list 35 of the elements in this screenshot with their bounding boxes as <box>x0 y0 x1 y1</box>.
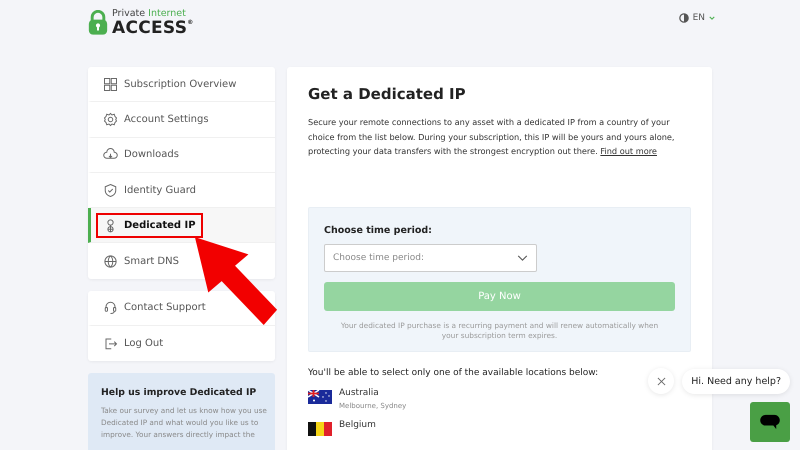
globe-icon <box>103 254 118 269</box>
shield-icon <box>103 182 118 198</box>
sidebar-item[interactable]: Downloads <box>88 138 275 173</box>
logout-icon <box>103 336 118 352</box>
flag-icon <box>308 390 332 404</box>
logo-subtitle-accent: Internet <box>148 8 186 19</box>
location-country: Australia <box>339 388 380 398</box>
chat-greeting: Hi. Need any help? <box>682 368 790 394</box>
chat-bubble-icon <box>759 414 781 430</box>
page-title: Get a Dedicated IP <box>308 85 467 103</box>
language-selector[interactable]: EN <box>678 13 715 23</box>
time-period-label: Choose time period: <box>324 224 433 236</box>
gear-icon <box>103 112 118 127</box>
sidebar-item[interactable]: Account Settings <box>88 102 275 138</box>
sidebar-item[interactable]: Dedicated IP <box>88 208 275 244</box>
logo-wordmark: ACCESS <box>112 18 188 38</box>
intro-text: Secure your remote connections to any asset with a dedicated IP from a country of your choice from the list below. During your subscription, this IP will be yours and yours alone, protecting your data transfers with the strongest encryption out there. Find out more <box>308 116 676 158</box>
grid-icon <box>103 76 118 92</box>
sidebar-item[interactable]: Subscription Overview <box>88 67 275 102</box>
find-out-more-link[interactable]: Find out more <box>600 146 657 156</box>
headset-icon <box>103 300 118 316</box>
survey-title: Help us improve Dedicated IP <box>101 387 258 398</box>
locations-label: You'll be able to select only one of the available locations below: <box>308 368 600 378</box>
lock-logo-icon <box>88 10 108 36</box>
chat-button[interactable] <box>750 402 790 442</box>
caret-icon <box>709 16 715 20</box>
chevron-down-icon <box>517 254 528 260</box>
location-country: Belgium <box>339 420 376 430</box>
close-icon <box>656 376 666 386</box>
logo-subtitle: Private <box>112 8 146 19</box>
globe-icon <box>678 13 689 23</box>
flag-icon <box>308 422 332 436</box>
time-period-select[interactable]: Choose time period: <box>324 244 537 272</box>
sidebar-item[interactable]: Smart DNS <box>88 243 275 279</box>
sidebar-item[interactable]: Log Out <box>88 326 275 362</box>
